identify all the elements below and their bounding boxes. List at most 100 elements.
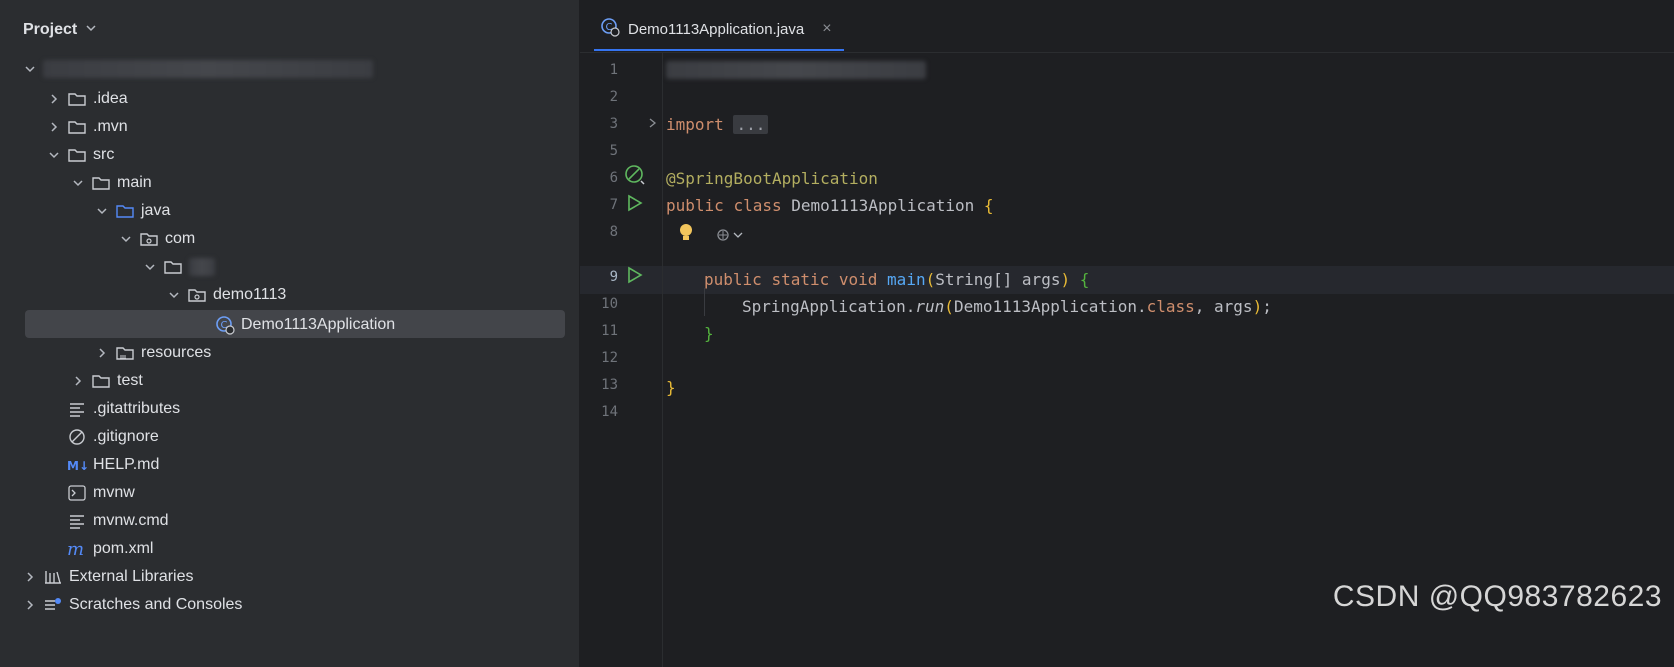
param-type: String[] [935, 269, 1013, 289]
spring-class-icon: C [215, 315, 235, 335]
spring-bean-gutter-icon[interactable] [624, 164, 646, 191]
line-number: 11 [601, 323, 618, 339]
tree-label: demo1113 [213, 286, 287, 303]
text-file-icon [67, 511, 87, 531]
tree-row-resources[interactable]: resources [9, 338, 579, 368]
project-title: Project [23, 21, 78, 38]
close-icon[interactable]: × [822, 20, 831, 38]
class-name: Demo1113Application [791, 195, 975, 215]
tree-label: .gitattributes [93, 400, 181, 417]
chevron-right-icon[interactable] [23, 570, 37, 584]
brace: { [1079, 269, 1090, 289]
line-number: 14 [601, 404, 618, 420]
keyword: class [1146, 296, 1195, 316]
tree-label: .idea [93, 90, 128, 107]
chevron-down-icon[interactable] [71, 176, 85, 190]
active-tab-indicator [594, 49, 844, 51]
code-line-11: } [704, 320, 714, 346]
line-number: 1 [609, 62, 618, 78]
tree-row-pom-xml[interactable]: m pom.xml [9, 534, 579, 564]
folded-imports[interactable]: ... [733, 114, 769, 134]
package-icon [163, 257, 183, 277]
project-panel: Project .idea .mvn src main java com dem… [9, 0, 580, 667]
lightbulb-icon[interactable] [678, 223, 694, 248]
method-name: run [915, 296, 945, 316]
tree-row-demo1113[interactable]: demo1113 [9, 280, 579, 310]
param-name: args [1021, 269, 1061, 289]
project-view-selector[interactable]: Project [23, 16, 97, 44]
class-ref: Demo1113Application. [953, 296, 1147, 316]
markdown-file-icon: M↓ [67, 455, 87, 475]
folder-icon [67, 89, 87, 109]
chevron-down-icon[interactable] [95, 204, 109, 218]
ai-actions-icon[interactable] [716, 228, 746, 247]
tree-row-redacted-package[interactable] [9, 252, 579, 282]
chevron-right-icon[interactable] [47, 92, 61, 106]
chevron-down-icon[interactable] [23, 62, 37, 76]
maven-file-icon: m [67, 539, 87, 559]
tree-row-idea[interactable]: .idea [9, 84, 579, 114]
tree-row-gitattributes[interactable]: .gitattributes [9, 394, 579, 424]
brace: { [983, 195, 994, 215]
editor-area: C Demo1113Application.java × 1 2 3 5 6 7… [580, 0, 1674, 667]
editor-tab-bar: C Demo1113Application.java × [580, 0, 1674, 53]
tree-row-java[interactable]: java [9, 196, 579, 226]
run-gutter-icon[interactable] [627, 194, 643, 217]
tree-row-help-md[interactable]: M↓ HELP.md [9, 450, 579, 480]
brace: } [704, 323, 714, 343]
keyword: public [704, 269, 762, 289]
tree-label: Demo1113Application [241, 316, 396, 333]
code-line-9: public static void main(String[] args) { [704, 266, 1089, 292]
tree-label: mvnw.cmd [93, 512, 169, 529]
fold-chevron-icon[interactable] [648, 116, 658, 135]
chevron-down-icon[interactable] [119, 232, 133, 246]
chevron-right-icon[interactable] [71, 374, 85, 388]
chevron-down-icon[interactable] [143, 260, 157, 274]
keyword: public [666, 195, 724, 215]
line-number: 12 [601, 350, 618, 366]
editor-gutter: 1 2 3 5 6 7 8 9 10 11 12 13 14 [580, 52, 663, 667]
chevron-down-icon[interactable] [167, 288, 181, 302]
scratches-icon [43, 595, 63, 615]
tree-row-mvn[interactable]: .mvn [9, 112, 579, 142]
chevron-right-icon[interactable] [47, 120, 61, 134]
tree-row-mvnw[interactable]: mvnw [9, 478, 579, 508]
tree-label: resources [141, 344, 212, 361]
tree-row-external-libraries[interactable]: External Libraries [9, 562, 579, 592]
chevron-right-icon[interactable] [23, 598, 37, 612]
paren: ( [944, 296, 954, 316]
package-icon [187, 285, 207, 305]
spring-class-icon: C [600, 17, 620, 41]
tree-row-com[interactable]: com [9, 224, 579, 254]
line-number: 6 [609, 170, 618, 186]
tree-row-root[interactable] [9, 54, 579, 84]
tree-label: pom.xml [93, 540, 154, 557]
svg-text:m: m [67, 540, 84, 558]
paren: ( [925, 269, 936, 289]
tree-row-src[interactable]: src [9, 140, 579, 170]
code-area[interactable]: import ... @SpringBootApplication public… [666, 52, 1674, 667]
resources-folder-icon [115, 343, 135, 363]
annotation: @SpringBootApplication [666, 168, 878, 188]
tree-row-test[interactable]: test [9, 366, 579, 396]
tree-row-main[interactable]: main [9, 168, 579, 198]
folder-icon [91, 173, 111, 193]
run-gutter-icon[interactable] [627, 266, 643, 289]
brace: } [666, 377, 676, 397]
line-number: 3 [609, 116, 618, 132]
line-number: 13 [601, 377, 618, 393]
tree-row-gitignore[interactable]: .gitignore [9, 422, 579, 452]
line-number: 7 [609, 197, 618, 213]
tree-row-scratches[interactable]: Scratches and Consoles [9, 590, 579, 620]
chevron-right-icon[interactable] [95, 346, 109, 360]
chevron-down-icon [85, 21, 97, 39]
tree-row-mvnw-cmd[interactable]: mvnw.cmd [9, 506, 579, 536]
chevron-down-icon[interactable] [47, 148, 61, 162]
folder-icon [67, 145, 87, 165]
tree-label: com [165, 230, 196, 247]
tree-row-demo1113application[interactable]: C Demo1113Application [9, 310, 579, 340]
paren: ) [1060, 269, 1071, 289]
tab-demo1113application-java[interactable]: C Demo1113Application.java × [594, 6, 838, 52]
tree-label: HELP.md [93, 456, 160, 473]
code-line-10: SpringApplication. run(Demo1113Applicatio… [742, 293, 1272, 319]
